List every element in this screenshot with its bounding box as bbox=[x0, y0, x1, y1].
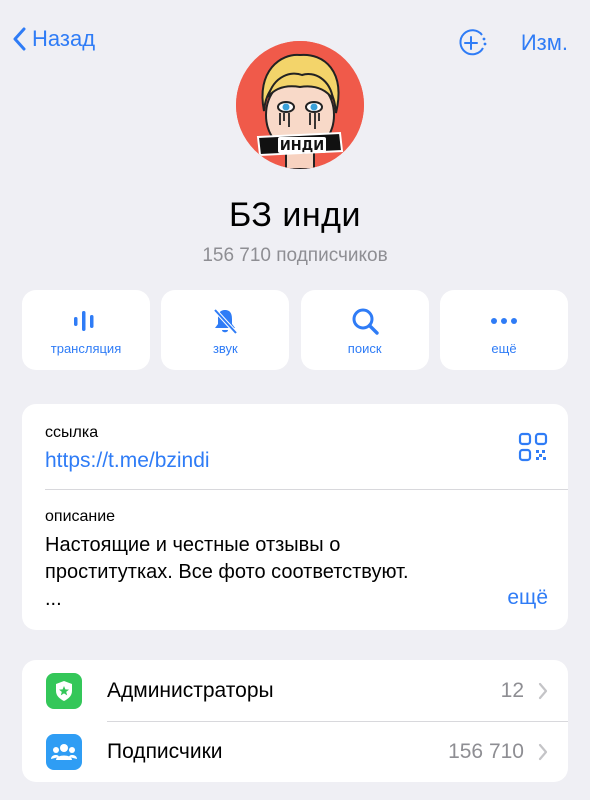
qr-code-icon bbox=[518, 432, 548, 462]
channel-link[interactable]: https://t.me/bzindi bbox=[45, 449, 210, 473]
channel-avatar[interactable]: ИНДИ bbox=[236, 41, 364, 169]
channel-title: БЗ инди bbox=[228, 196, 361, 234]
qr-code-button[interactable] bbox=[518, 432, 548, 467]
sound-button[interactable]: звук bbox=[161, 290, 290, 370]
more-label: ещё bbox=[491, 340, 517, 356]
info-divider bbox=[45, 489, 568, 490]
broadcast-label: трансляция bbox=[50, 340, 122, 356]
avatar-text: ИНДИ bbox=[280, 139, 324, 154]
chevron-right-icon bbox=[538, 682, 548, 700]
sound-label: звук bbox=[212, 340, 238, 356]
subscriber-count: 156 710 подписчиков bbox=[202, 245, 388, 266]
info-card: ссылка https://t.me/bzindi описание Наст… bbox=[22, 404, 568, 630]
list-item-label: Администраторы bbox=[107, 679, 274, 702]
list-item-administrators[interactable]: Администраторы 12 bbox=[22, 660, 568, 721]
subscribers-icon bbox=[46, 734, 82, 770]
chevron-left-icon bbox=[13, 27, 26, 51]
description-line: ... bbox=[45, 588, 62, 610]
description-line: проститутках. Все фото соответствуют. bbox=[45, 561, 409, 583]
add-circle-icon bbox=[459, 29, 487, 56]
list-item-subscribers[interactable]: Подписчики 156 710 bbox=[22, 721, 568, 782]
search-icon bbox=[352, 308, 379, 335]
back-label: Назад bbox=[32, 26, 96, 51]
add-story-button[interactable] bbox=[456, 28, 488, 63]
list-item-count: 12 bbox=[500, 679, 524, 702]
chevron-right-icon bbox=[538, 743, 548, 761]
list-item-count: 156 710 bbox=[448, 740, 524, 763]
edit-button[interactable]: Изм. bbox=[521, 30, 568, 56]
broadcast-icon bbox=[74, 310, 94, 331]
show-more-link[interactable]: ещё bbox=[507, 586, 548, 610]
avatar-illustration: ИНДИ bbox=[236, 41, 364, 169]
more-button[interactable]: ещё bbox=[439, 290, 568, 370]
list-item-label: Подписчики bbox=[107, 740, 223, 763]
members-list: Администраторы 12 Подписчики 156 710 bbox=[22, 660, 568, 782]
description-label: описание bbox=[45, 508, 116, 525]
description-line: Настоящие и честные отзывы о bbox=[45, 534, 341, 556]
more-icon bbox=[490, 317, 517, 324]
search-button[interactable]: поиск bbox=[300, 290, 429, 370]
channel-description: Настоящие и честные отзывы о проститутка… bbox=[45, 532, 505, 613]
search-label: поиск bbox=[347, 340, 382, 356]
link-label: ссылка bbox=[45, 424, 99, 441]
action-buttons: трансляция звук поиск ещё bbox=[22, 290, 568, 370]
bell-muted-icon bbox=[213, 308, 238, 334]
back-button[interactable]: Назад bbox=[12, 26, 95, 52]
admin-shield-icon bbox=[46, 673, 82, 709]
broadcast-button[interactable]: трансляция bbox=[22, 290, 150, 370]
